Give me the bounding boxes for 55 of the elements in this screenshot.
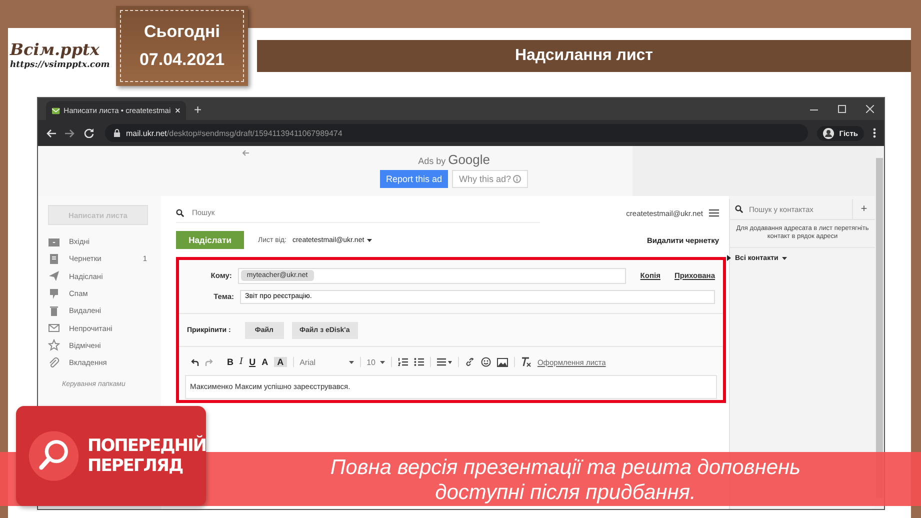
trash-icon bbox=[48, 304, 60, 317]
font-dropdown[interactable]: Arial bbox=[300, 358, 354, 366]
format-button[interactable]: U bbox=[249, 357, 256, 367]
thumbs-down-icon bbox=[48, 288, 60, 300]
why-ad-button[interactable]: Why this ad? bbox=[452, 170, 528, 188]
document-icon bbox=[48, 252, 60, 265]
paper-plane-icon bbox=[48, 270, 60, 282]
preview-badge-text: ПОПЕРЕДНІЙ ПЕРЕГЛЯД bbox=[87, 436, 206, 476]
ad-label: Ads by Google bbox=[418, 152, 490, 167]
format-button[interactable]: I bbox=[240, 357, 244, 367]
forward-arrow-icon[interactable] bbox=[65, 128, 75, 138]
clear-format-icon[interactable] bbox=[521, 357, 532, 367]
logo-url: https://vsimpptx.com bbox=[10, 60, 111, 70]
smiley-icon[interactable] bbox=[481, 357, 492, 367]
preview-message: Повна версія презентації та решта доповнень доступні після придбання. bbox=[330, 455, 801, 506]
numbered-list-icon[interactable] bbox=[398, 358, 408, 366]
font-size-dropdown[interactable]: 10 bbox=[366, 358, 386, 366]
url-text: mail.ukr.net/desktop#sendmsg/draft/15941139411067989474 bbox=[126, 128, 342, 138]
format-button[interactable]: B bbox=[227, 357, 234, 367]
caret-icon bbox=[348, 360, 354, 364]
menu-icon[interactable] bbox=[709, 209, 719, 217]
close-icon[interactable] bbox=[174, 107, 180, 114]
format-button[interactable]: A bbox=[262, 357, 268, 367]
triangle-right-icon bbox=[727, 255, 731, 262]
person-icon bbox=[823, 128, 834, 138]
search-icon bbox=[735, 205, 743, 213]
address-bar[interactable]: mail.ukr.net/desktop#sendmsg/draft/15941139411067989474 bbox=[105, 124, 808, 142]
image-icon[interactable] bbox=[497, 358, 508, 366]
format-button[interactable]: A bbox=[274, 357, 287, 367]
envelope-icon bbox=[52, 106, 60, 114]
lock-icon bbox=[114, 129, 120, 137]
close-icon[interactable] bbox=[866, 105, 874, 113]
maximize-icon[interactable] bbox=[838, 105, 846, 113]
add-contact-button[interactable]: + bbox=[853, 199, 875, 219]
paperclip-icon bbox=[48, 356, 60, 369]
more-vertical-icon[interactable] bbox=[873, 128, 876, 138]
title-bar: Надсилання лист bbox=[257, 40, 911, 72]
star-icon bbox=[48, 339, 60, 352]
caret-icon bbox=[380, 360, 386, 364]
bulleted-list-icon[interactable] bbox=[414, 358, 424, 366]
link-icon[interactable] bbox=[465, 357, 476, 367]
caret-icon bbox=[367, 238, 372, 242]
date-value: 07.04.2021 bbox=[139, 50, 225, 70]
undo-icon[interactable] bbox=[191, 358, 199, 366]
reload-icon[interactable] bbox=[84, 128, 94, 138]
align-icon[interactable] bbox=[437, 358, 452, 366]
logo-text: Всім.pptx bbox=[10, 39, 100, 59]
inbox-icon bbox=[48, 236, 60, 248]
date-label: Сьогодні bbox=[144, 22, 220, 42]
caret-icon bbox=[782, 256, 788, 260]
new-tab-button[interactable]: + bbox=[194, 102, 202, 117]
envelope-icon bbox=[48, 322, 60, 334]
report-ad-button[interactable]: Report this ad bbox=[380, 170, 448, 188]
info-icon bbox=[513, 175, 522, 183]
search-icon bbox=[176, 208, 184, 216]
